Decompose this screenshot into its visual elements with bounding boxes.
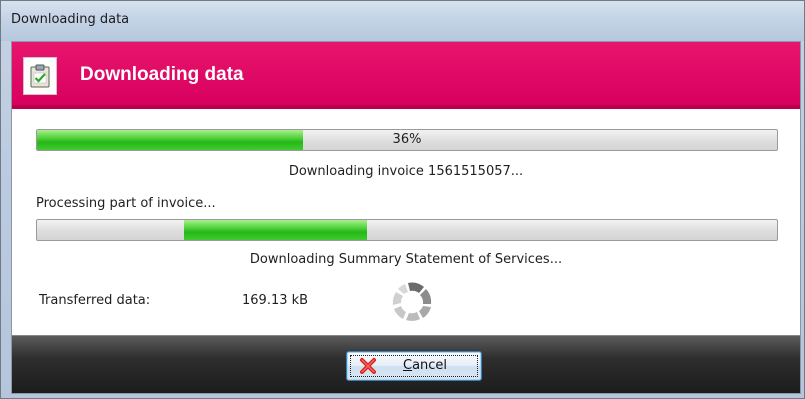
secondary-progress-marquee [184,220,367,240]
loading-spinner-icon [390,280,434,324]
dialog-footer: Cancel [12,335,800,393]
processing-label: Processing part of invoice... [36,196,216,211]
banner-title: Downloading data [80,64,244,85]
secondary-progress-bar [36,219,778,241]
red-x-icon [359,357,377,379]
title-bar[interactable]: Downloading data [1,1,804,41]
invoice-status-text: Downloading invoice 1561515057... [288,164,524,179]
download-dialog-window: Downloading data Downloading data 36% Do… [0,0,805,399]
cancel-label-rest: ancel [412,358,448,373]
header-banner: Downloading data [12,42,800,109]
cancel-mnemonic: C [403,358,413,373]
cancel-button[interactable]: Cancel [346,351,482,381]
dialog-content: Downloading data 36% Downloading invoice… [11,41,801,394]
cancel-button-label: Cancel [403,358,447,373]
transferred-data-value: 169.13 kB [242,293,309,308]
transferred-data-label: Transferred data: [39,293,151,308]
main-progress-bar: 36% [36,129,778,151]
main-progress-percent: 36% [392,132,422,147]
summary-status-text: Downloading Summary Statement of Service… [249,252,563,267]
window-title: Downloading data [11,12,130,27]
clipboard-check-icon [23,57,57,95]
